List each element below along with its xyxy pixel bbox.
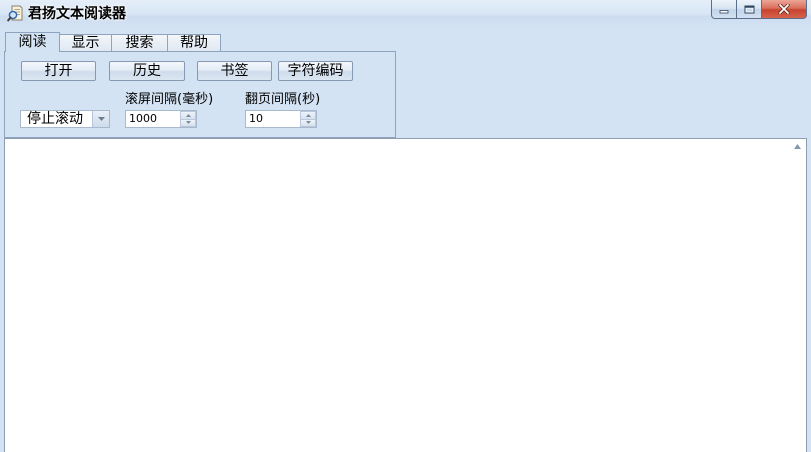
maximize-button[interactable] [737, 0, 762, 19]
page-interval-decrement[interactable] [300, 119, 316, 127]
minimize-icon [719, 9, 729, 13]
scroll-up-arrow-icon[interactable] [794, 144, 801, 149]
scroll-interval-label: 滚屏间隔(毫秒) [125, 92, 214, 107]
window-controls [711, 0, 807, 19]
close-icon [778, 4, 790, 14]
reader-app-icon[interactable] [7, 5, 24, 22]
page-interval-increment[interactable] [300, 111, 316, 120]
tab-read[interactable]: 阅读 [5, 32, 60, 52]
spin-down-icon [305, 121, 311, 125]
scroll-interval-increment[interactable] [180, 111, 196, 120]
spin-up-icon [305, 113, 311, 117]
maximize-icon [744, 5, 754, 13]
title-bar[interactable]: 君扬文本阅读器 [0, 0, 811, 30]
close-button[interactable] [762, 0, 807, 19]
scroll-interval-decrement[interactable] [180, 119, 196, 127]
minimize-button[interactable] [711, 0, 737, 19]
window-title: 君扬文本阅读器 [28, 6, 126, 22]
page-interval-input[interactable] [246, 111, 301, 127]
page-interval-stepper[interactable] [245, 110, 317, 128]
scroll-interval-input[interactable] [126, 111, 181, 127]
history-button[interactable]: 历史 [109, 61, 185, 81]
scroll-mode-dropdown[interactable]: 停止滚动 [20, 110, 110, 128]
encoding-button[interactable]: 字符编码 [278, 61, 353, 81]
scroll-interval-spin-buttons [180, 111, 196, 127]
chevron-down-icon [97, 117, 105, 121]
scroll-mode-selected: 停止滚动 [27, 111, 83, 127]
tab-display[interactable]: 显示 [59, 34, 112, 51]
app-window: 君扬文本阅读器 阅读 显示 搜索 帮助 打开 历史 书签 字符编码 停止滚动 滚… [0, 0, 811, 452]
text-content-area[interactable] [4, 138, 807, 452]
page-interval-spin-buttons [300, 111, 316, 127]
bookmark-button[interactable]: 书签 [197, 61, 272, 81]
tab-search[interactable]: 搜索 [111, 34, 168, 51]
tab-strip: 阅读 显示 搜索 帮助 [0, 32, 230, 52]
tab-panel-read: 打开 历史 书签 字符编码 停止滚动 滚屏间隔(毫秒) 翻 [4, 51, 396, 138]
vertical-scrollbar[interactable] [789, 139, 806, 452]
spin-up-icon [185, 113, 191, 117]
page-interval-label: 翻页间隔(秒) [245, 92, 321, 107]
dropdown-toggle[interactable] [92, 111, 109, 127]
scroll-interval-stepper[interactable] [125, 110, 197, 128]
tab-help[interactable]: 帮助 [167, 34, 221, 51]
open-button[interactable]: 打开 [21, 61, 96, 81]
spin-down-icon [185, 121, 191, 125]
